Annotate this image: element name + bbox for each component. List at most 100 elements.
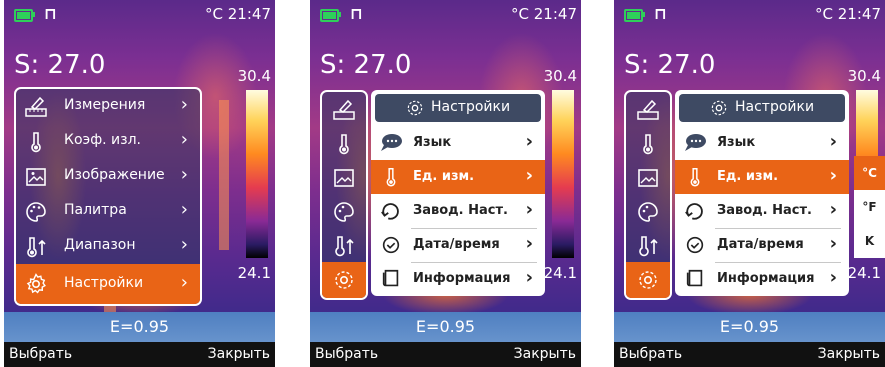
status-bar: ⊓ °C 21:47 [614, 0, 885, 30]
menu-item-measurements[interactable]: Измерения › [16, 89, 200, 124]
spot-temperature: S: 27.0 [320, 50, 412, 80]
settings-item-label: Информация [717, 271, 815, 286]
emissivity-value: E=0.95 [719, 317, 780, 336]
palette-icon [26, 202, 46, 222]
settings-title: Настройки [431, 99, 511, 115]
emissivity-value: E=0.95 [415, 317, 476, 336]
menu-item-settings[interactable] [626, 262, 670, 298]
menu-item-image[interactable] [322, 160, 366, 194]
unit-indicator: °C [511, 5, 529, 23]
clock-time: 21:47 [227, 5, 271, 23]
thermal-hotspot [219, 100, 229, 250]
scale-max-label: 30.4 [543, 67, 577, 85]
color-scale-bar [552, 90, 574, 258]
clock-time: 21:47 [837, 5, 881, 23]
spot-temperature: S: 27.0 [624, 50, 716, 80]
thermometer-icon [643, 134, 653, 155]
gear-icon [639, 271, 657, 289]
spot-temperature: S: 27.0 [14, 50, 106, 80]
menu-item-range[interactable]: Диапазон › [16, 229, 200, 264]
menu-item-range[interactable] [626, 228, 670, 262]
emissivity-value: E=0.95 [109, 317, 170, 336]
thermometer-icon [690, 168, 700, 187]
unit-indicator: °C [205, 5, 223, 23]
menu-item-label: Изображение [64, 167, 165, 183]
close-softkey[interactable]: Закрыть [514, 346, 576, 362]
battery-icon [14, 9, 33, 22]
chevron-right-icon: › [829, 131, 837, 152]
menu-item-palette[interactable] [322, 194, 366, 228]
speech-bubble-icon [381, 134, 402, 151]
settings-item-date-time[interactable]: Дата/время › [371, 228, 545, 262]
chevron-right-icon: › [829, 165, 837, 186]
chevron-right-icon: › [829, 199, 837, 220]
chevron-right-icon: › [180, 272, 188, 293]
color-scale-bar [246, 90, 268, 258]
settings-header: Настройки [375, 94, 541, 122]
scale-min-label: 24.1 [237, 264, 271, 282]
chevron-right-icon: › [180, 129, 188, 150]
reset-arrow-icon [381, 203, 399, 220]
menu-item-emissivity[interactable] [322, 126, 366, 160]
menu-item-image[interactable] [626, 160, 670, 194]
battery-icon [320, 9, 339, 22]
unit-option-celsius[interactable]: °C [854, 156, 885, 190]
unit-option-fahrenheit[interactable]: °F [854, 190, 885, 224]
settings-item-units[interactable]: Ед. изм. › [675, 160, 849, 194]
menu-item-palette[interactable]: Палитра › [16, 194, 200, 229]
settings-item-info[interactable]: Информация › [675, 262, 849, 296]
select-softkey[interactable]: Выбрать [9, 346, 72, 362]
menu-item-palette[interactable] [626, 194, 670, 228]
document-icon [382, 269, 399, 287]
settings-item-label: Завод. Наст. [413, 203, 508, 218]
chevron-right-icon: › [180, 234, 188, 255]
settings-item-language[interactable]: Язык › [675, 126, 849, 160]
settings-item-label: Информация [413, 271, 511, 286]
menu-item-emissivity[interactable] [626, 126, 670, 160]
clock-time: 21:47 [533, 5, 577, 23]
measure-icon [25, 96, 47, 117]
menu-item-settings[interactable] [322, 262, 366, 298]
menu-item-label: Измерения [64, 97, 146, 113]
thermometer-icon [31, 132, 41, 153]
settings-item-factory-reset[interactable]: Завод. Наст. › [371, 194, 545, 228]
thermometer-icon [386, 168, 396, 187]
screen-main-menu: ⊓ °C 21:47 S: 27.0 30.4 24.1 Измерения ›… [4, 0, 275, 367]
select-softkey[interactable]: Выбрать [315, 346, 378, 362]
main-menu: Измерения › Коэф. изл. › Изображение › П… [14, 87, 202, 306]
menu-item-range[interactable] [322, 228, 366, 262]
settings-item-language[interactable]: Язык › [371, 126, 545, 160]
menu-item-settings[interactable]: Настройки › [16, 264, 200, 304]
settings-item-date-time[interactable]: Дата/время › [675, 228, 849, 262]
chevron-right-icon: › [525, 233, 533, 254]
close-softkey[interactable]: Закрыть [208, 346, 270, 362]
softkey-bar: Выбрать Закрыть [614, 342, 885, 367]
settings-submenu: Настройки Язык › Ед. изм. › Завод. Наст.… [371, 90, 545, 296]
settings-header: Настройки [679, 94, 845, 122]
menu-icon-column [320, 90, 368, 300]
chevron-right-icon: › [180, 199, 188, 220]
unit-options-panel: °C °F K [854, 156, 885, 258]
measure-icon [333, 99, 355, 120]
settings-item-label: Язык [413, 135, 452, 150]
chevron-right-icon: › [525, 267, 533, 288]
menu-item-emissivity[interactable]: Коэф. изл. › [16, 124, 200, 159]
image-icon [334, 169, 354, 187]
range-icon [639, 236, 658, 257]
settings-title: Настройки [735, 99, 815, 115]
menu-item-measurements[interactable] [626, 92, 670, 126]
close-softkey[interactable]: Закрыть [818, 346, 880, 362]
clock-icon [686, 236, 704, 254]
menu-item-image[interactable]: Изображение › [16, 159, 200, 194]
settings-item-info[interactable]: Информация › [371, 262, 545, 296]
unit-option-kelvin[interactable]: K [854, 224, 885, 258]
chevron-right-icon: › [829, 233, 837, 254]
unit-indicator: °C [815, 5, 833, 23]
settings-item-factory-reset[interactable]: Завод. Наст. › [675, 194, 849, 228]
settings-item-units[interactable]: Ед. изм. › [371, 160, 545, 194]
status-bar: ⊓ °C 21:47 [310, 0, 581, 30]
settings-item-label: Ед. изм. [413, 169, 475, 184]
select-softkey[interactable]: Выбрать [619, 346, 682, 362]
menu-item-measurements[interactable] [322, 92, 366, 126]
screen-settings-menu: ⊓ °C 21:47 S: 27.0 30.4 24.1 Настройки Я… [310, 0, 581, 367]
